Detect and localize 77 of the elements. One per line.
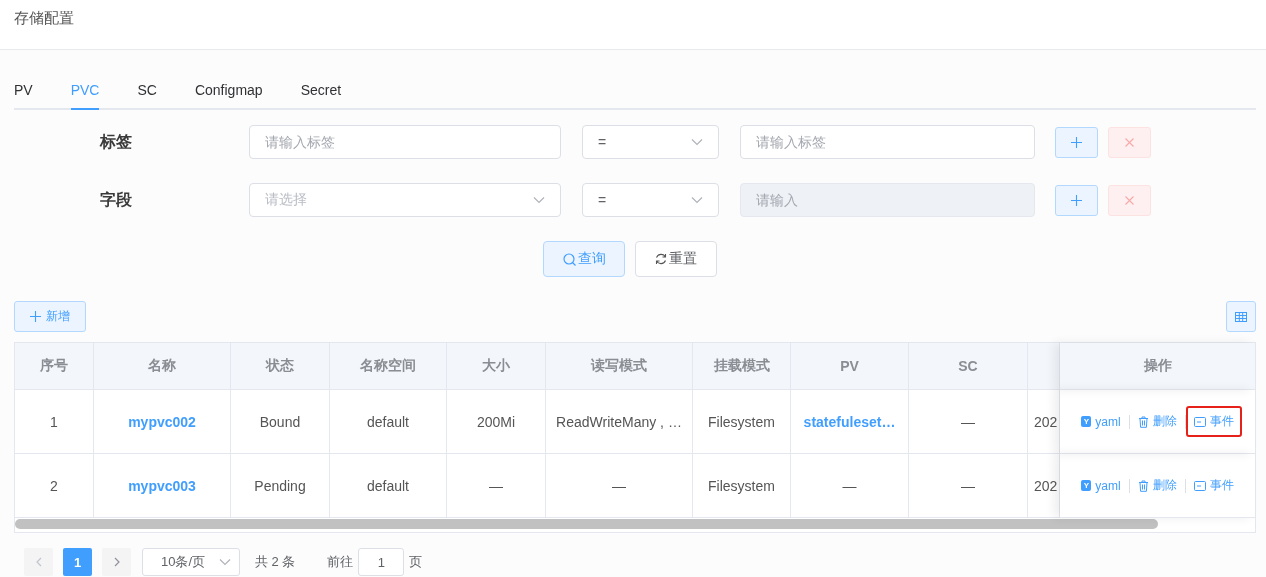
add-row-button[interactable] xyxy=(1055,126,1098,158)
scrollbar-thumb[interactable] xyxy=(15,519,1158,529)
column-header: PV xyxy=(791,343,909,390)
close-icon xyxy=(1125,137,1134,147)
chevron-down-icon xyxy=(691,138,703,146)
column-header: 操作 xyxy=(1060,343,1255,390)
operator-select[interactable]: = xyxy=(582,125,719,159)
filter-label: 字段 xyxy=(100,189,133,210)
table-cell: default xyxy=(330,390,447,454)
chevron-down-icon xyxy=(533,196,545,204)
table-cell: — xyxy=(909,390,1028,454)
events-action-link[interactable]: 事件 xyxy=(1185,406,1242,437)
close-icon xyxy=(1125,195,1134,205)
delete-action-link[interactable]: 删除 xyxy=(1129,470,1185,501)
page-size-select[interactable]: 10条/页 xyxy=(142,548,240,576)
add-row-button[interactable] xyxy=(1055,184,1098,216)
table-cell: 1 xyxy=(15,390,94,454)
column-header: 读写模式 xyxy=(546,343,693,390)
table-cell: ReadWriteMany , … xyxy=(546,390,693,454)
delete-action-link[interactable]: 删除 xyxy=(1129,406,1185,437)
yaml-action-link[interactable]: Y yaml xyxy=(1073,471,1129,500)
table-cell: Bound xyxy=(231,390,330,454)
refresh-icon xyxy=(655,253,667,265)
plus-icon xyxy=(30,311,41,322)
operator-select[interactable]: = xyxy=(582,183,719,217)
add-button[interactable]: 新增 xyxy=(14,301,86,332)
column-header: 序号 xyxy=(15,343,94,390)
remove-row-button[interactable] xyxy=(1108,126,1151,158)
plus-icon xyxy=(1071,194,1082,206)
text-field[interactable]: 请输入标签 xyxy=(740,125,1035,159)
name-link[interactable]: mypvc002 xyxy=(128,413,196,430)
next-page-button[interactable] xyxy=(102,548,131,576)
table-icon xyxy=(1235,311,1247,322)
chevron-down-icon xyxy=(691,196,703,204)
name-link[interactable]: mypvc003 xyxy=(128,477,196,494)
message-icon xyxy=(1193,416,1206,427)
column-header: SC xyxy=(909,343,1028,390)
tab[interactable]: Configmap xyxy=(194,71,263,110)
query-button[interactable]: 查询 xyxy=(543,241,625,277)
trash-icon xyxy=(1137,415,1149,428)
message-icon xyxy=(1193,480,1206,491)
remove-row-button[interactable] xyxy=(1108,184,1151,216)
table-cell: 202 xyxy=(1028,390,1060,454)
reset-button[interactable]: 重置 xyxy=(635,241,717,277)
total-count: 共 2 条 xyxy=(255,553,296,571)
tab[interactable]: PVC xyxy=(70,71,100,110)
chevron-right-icon xyxy=(113,557,120,567)
trash-icon xyxy=(1137,479,1149,492)
page-title: 存储配置 xyxy=(14,9,74,26)
cell-text: — xyxy=(842,477,857,494)
table-cell: 200Mi xyxy=(447,390,546,454)
column-header: 状态 xyxy=(231,343,330,390)
text-field[interactable]: 请输入标签 xyxy=(249,125,561,159)
filter-label: 标签 xyxy=(100,131,133,152)
column-settings-button[interactable] xyxy=(1226,301,1256,332)
table-cell: Filesystem xyxy=(693,390,791,454)
yaml-action-link[interactable]: Y yaml xyxy=(1073,407,1129,436)
pv-link[interactable]: statefuleset… xyxy=(803,413,896,430)
chevron-left-icon xyxy=(35,557,42,567)
yaml-icon: Y xyxy=(1081,416,1092,427)
select-field[interactable]: 请选择 xyxy=(249,183,561,217)
page-suffix: 页 xyxy=(409,553,423,571)
goto-page-field[interactable]: 1 xyxy=(358,548,405,576)
plus-icon xyxy=(1071,136,1082,148)
chevron-down-icon xyxy=(219,558,231,566)
events-action-link[interactable]: 事件 xyxy=(1185,470,1242,501)
yaml-icon: Y xyxy=(1081,480,1092,491)
column-header: 名称 xyxy=(94,343,231,390)
column-header: 大小 xyxy=(447,343,546,390)
page-number[interactable]: 1 xyxy=(63,548,92,576)
tab[interactable]: SC xyxy=(137,71,157,110)
search-icon xyxy=(562,252,576,266)
tab[interactable]: Secret xyxy=(300,71,342,110)
column-header: 挂载模式 xyxy=(693,343,791,390)
column-header: 名称空间 xyxy=(330,343,447,390)
goto-label: 前往 xyxy=(327,553,354,571)
tab[interactable]: PV xyxy=(14,71,33,110)
